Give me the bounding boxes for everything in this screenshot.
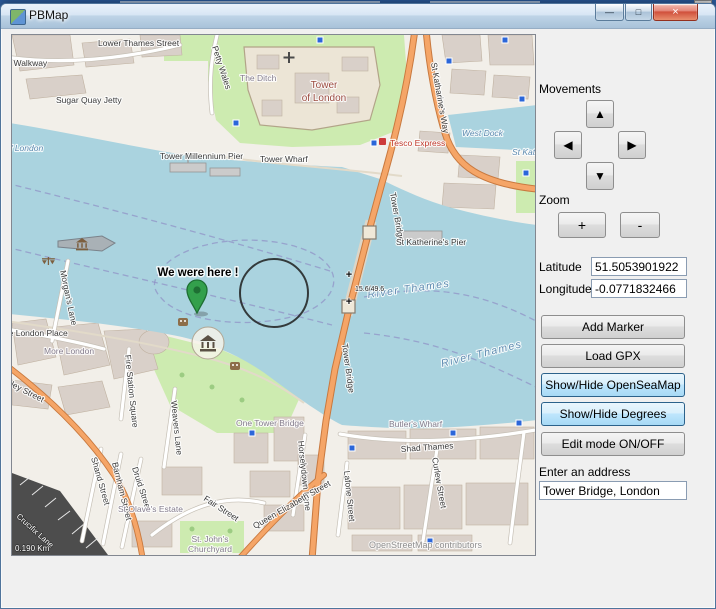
svg-text:West Dock: West Dock [462, 128, 504, 138]
map-view[interactable]: Three Quays WalkwayLower Thames StreetPe… [11, 34, 536, 556]
edit-mode-button[interactable]: Edit mode ON/OFF [541, 432, 685, 456]
latitude-input[interactable] [591, 257, 687, 276]
svg-text:Sugar Quay Jetty: Sugar Quay Jetty [56, 95, 122, 105]
svg-text:Butler's Wharf: Butler's Wharf [389, 419, 443, 429]
svg-text:We were here !: We were here ! [158, 267, 239, 279]
svg-text:0.190 Km: 0.190 Km [15, 544, 50, 553]
svg-text:More London: More London [44, 346, 94, 356]
svg-text:+: + [346, 269, 352, 281]
poi-circle-button[interactable] [192, 327, 224, 359]
svg-text:St Katharine Docks: St Katharine Docks [512, 147, 535, 157]
close-button[interactable]: × [653, 4, 698, 21]
minimize-button[interactable]: — [595, 4, 624, 21]
svg-text:Pool of London: Pool of London [12, 143, 43, 153]
svg-text:Tower Wharf: Tower Wharf [260, 154, 308, 164]
svg-text:St Katherine's Pier: St Katherine's Pier [396, 237, 466, 247]
toggle-degrees-button[interactable]: Show/Hide Degrees [541, 402, 685, 426]
longitude-label: Longitude [539, 282, 592, 296]
move-down-button[interactable]: ▼ [586, 162, 614, 190]
svg-text:One Tower Bridge: One Tower Bridge [236, 418, 304, 428]
svg-text:+: + [346, 296, 352, 308]
maximize-button[interactable]: □ [625, 4, 652, 21]
zoom-out-button[interactable]: - [620, 212, 660, 238]
zoom-label: Zoom [539, 193, 570, 207]
svg-text:Three Quays Walkway: Three Quays Walkway [12, 58, 48, 68]
address-label: Enter an address [539, 465, 630, 479]
svg-text:St. John's: St. John's [191, 534, 228, 544]
svg-text:of London: of London [302, 93, 347, 104]
pbmap-window: PBMap — □ × [0, 3, 716, 609]
toggle-openseamap-button[interactable]: Show/Hide OpenSeaMap [541, 373, 685, 397]
svg-text:Tower: Tower [311, 80, 338, 91]
zoom-in-button[interactable]: + [558, 212, 606, 238]
load-gpx-button[interactable]: Load GPX [541, 344, 685, 368]
svg-text:Lower Thames Street: Lower Thames Street [98, 38, 180, 48]
svg-text:Tesco Express: Tesco Express [390, 138, 445, 148]
svg-text:St Olave's Estate: St Olave's Estate [118, 504, 183, 514]
movements-label: Movements [539, 82, 601, 96]
control-panel: Movements ▲ ◀ ▶ ▼ Zoom + - Latitude Long… [539, 34, 691, 514]
window-title: PBMap [29, 8, 68, 22]
svg-text:Churchyard: Churchyard [188, 544, 232, 554]
app-icon [10, 9, 26, 25]
move-right-button[interactable]: ▶ [618, 131, 646, 159]
svg-text:The Ditch: The Ditch [240, 73, 277, 83]
add-marker-button[interactable]: Add Marker [541, 315, 685, 339]
svg-text:OpenStreetMap contributors: OpenStreetMap contributors [369, 540, 483, 550]
titlebar[interactable]: PBMap — □ × [1, 4, 715, 29]
svg-text:Tower Millennium Pier: Tower Millennium Pier [160, 151, 243, 161]
svg-text:15.6/49.6: 15.6/49.6 [355, 286, 384, 293]
map-svg: Three Quays WalkwayLower Thames StreetPe… [12, 35, 535, 555]
move-left-button[interactable]: ◀ [554, 131, 582, 159]
move-up-button[interactable]: ▲ [586, 100, 614, 128]
tesco-shop-icon [379, 138, 386, 145]
address-input[interactable] [539, 481, 687, 500]
svg-text:More London Place: More London Place [12, 328, 68, 338]
latitude-label: Latitude [539, 260, 582, 274]
longitude-input[interactable] [591, 279, 687, 298]
